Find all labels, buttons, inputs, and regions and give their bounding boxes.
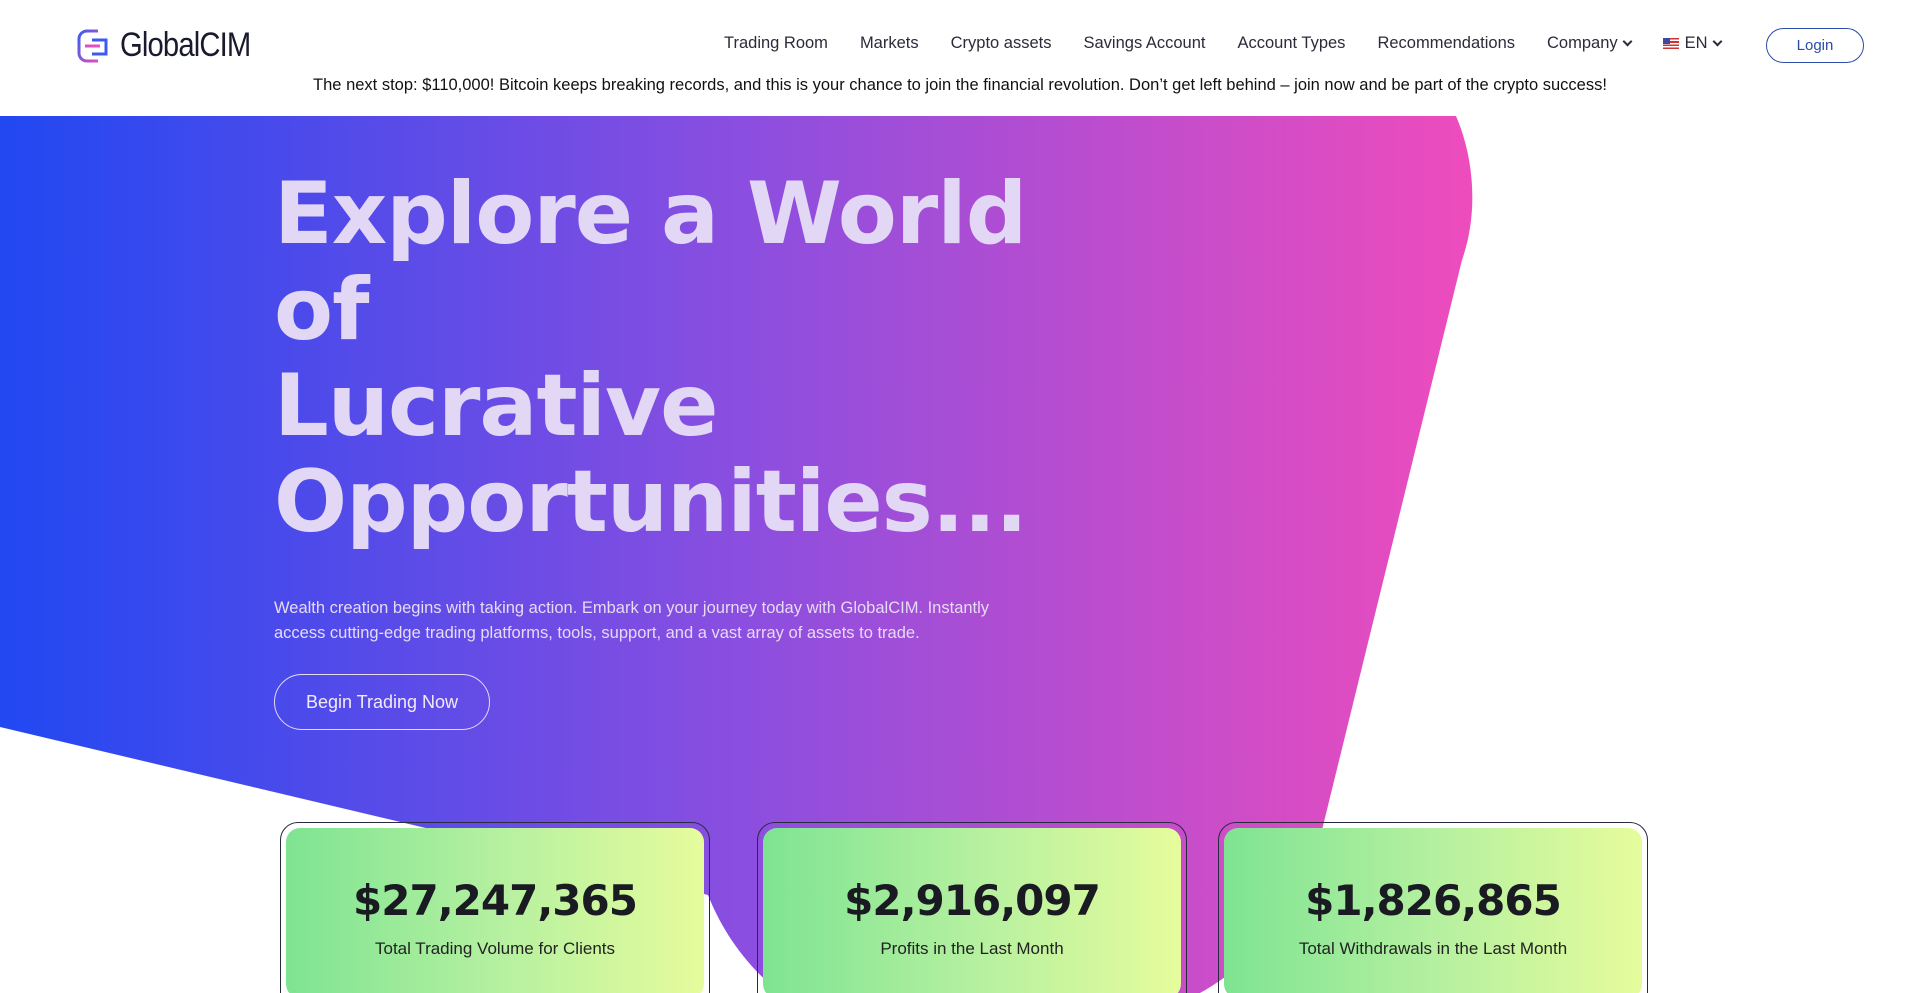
- begin-trading-button[interactable]: Begin Trading Now: [274, 674, 490, 730]
- us-flag-icon: [1662, 38, 1679, 49]
- stat-card-trading-volume: $27,247,365 Total Trading Volume for Cli…: [280, 822, 710, 993]
- brand-logo[interactable]: GlobalCIM: [76, 26, 272, 65]
- nav-company-dropdown[interactable]: Company: [1547, 34, 1633, 53]
- hero-title-line-2: Lucrative: [274, 356, 718, 456]
- nav-company-label: Company: [1547, 34, 1618, 52]
- announcement-ticker: The next stop: $110,000! Bitcoin keeps b…: [313, 76, 1607, 94]
- hero-title: Explore a World of Lucrative Opportuniti…: [274, 166, 1074, 550]
- nav-account-types[interactable]: Account Types: [1238, 34, 1346, 53]
- stat-card-profits: $2,916,097 Profits in the Last Month: [757, 822, 1187, 993]
- stat-card-withdrawals: $1,826,865 Total Withdrawals in the Last…: [1218, 822, 1648, 993]
- stat-label: Total Withdrawals in the Last Month: [1298, 939, 1568, 958]
- chevron-down-icon: [1712, 36, 1723, 47]
- hero-subtitle: Wealth creation begins with taking actio…: [274, 599, 990, 642]
- stat-label: Profits in the Last Month: [880, 939, 1064, 958]
- nav-markets[interactable]: Markets: [860, 34, 919, 53]
- main-nav: Trading Room Markets Crypto assets Savin…: [724, 34, 1753, 53]
- logo-icon: [77, 29, 108, 62]
- stat-card-body: $1,826,865 Total Withdrawals in the Last…: [1224, 828, 1642, 993]
- chevron-down-icon: [1622, 36, 1633, 47]
- nav-crypto-assets[interactable]: Crypto assets: [951, 34, 1052, 53]
- brand-name: GlobalCIM: [120, 26, 251, 64]
- hero-section: Explore a World of Lucrative Opportuniti…: [274, 166, 1074, 730]
- stat-card-body: $2,916,097 Profits in the Last Month: [763, 828, 1181, 993]
- stat-card-body: $27,247,365 Total Trading Volume for Cli…: [286, 828, 704, 993]
- stat-label: Total Trading Volume for Clients: [374, 939, 615, 958]
- site-header: GlobalCIM Trading Room Markets Crypto as…: [0, 0, 1920, 88]
- login-button[interactable]: Login: [1766, 28, 1864, 63]
- language-label: EN: [1684, 34, 1708, 52]
- hero-title-line-3: Opportunities...: [274, 452, 1028, 552]
- stat-value: $2,916,097: [844, 876, 1101, 925]
- nav-savings-account[interactable]: Savings Account: [1084, 34, 1206, 53]
- nav-recommendations[interactable]: Recommendations: [1377, 34, 1515, 53]
- stat-value: $1,826,865: [1305, 876, 1562, 925]
- stat-value: $27,247,365: [353, 876, 638, 925]
- language-selector[interactable]: EN: [1662, 34, 1723, 53]
- nav-trading-room[interactable]: Trading Room: [724, 34, 828, 53]
- hero-title-line-1: Explore a World of: [274, 164, 1027, 360]
